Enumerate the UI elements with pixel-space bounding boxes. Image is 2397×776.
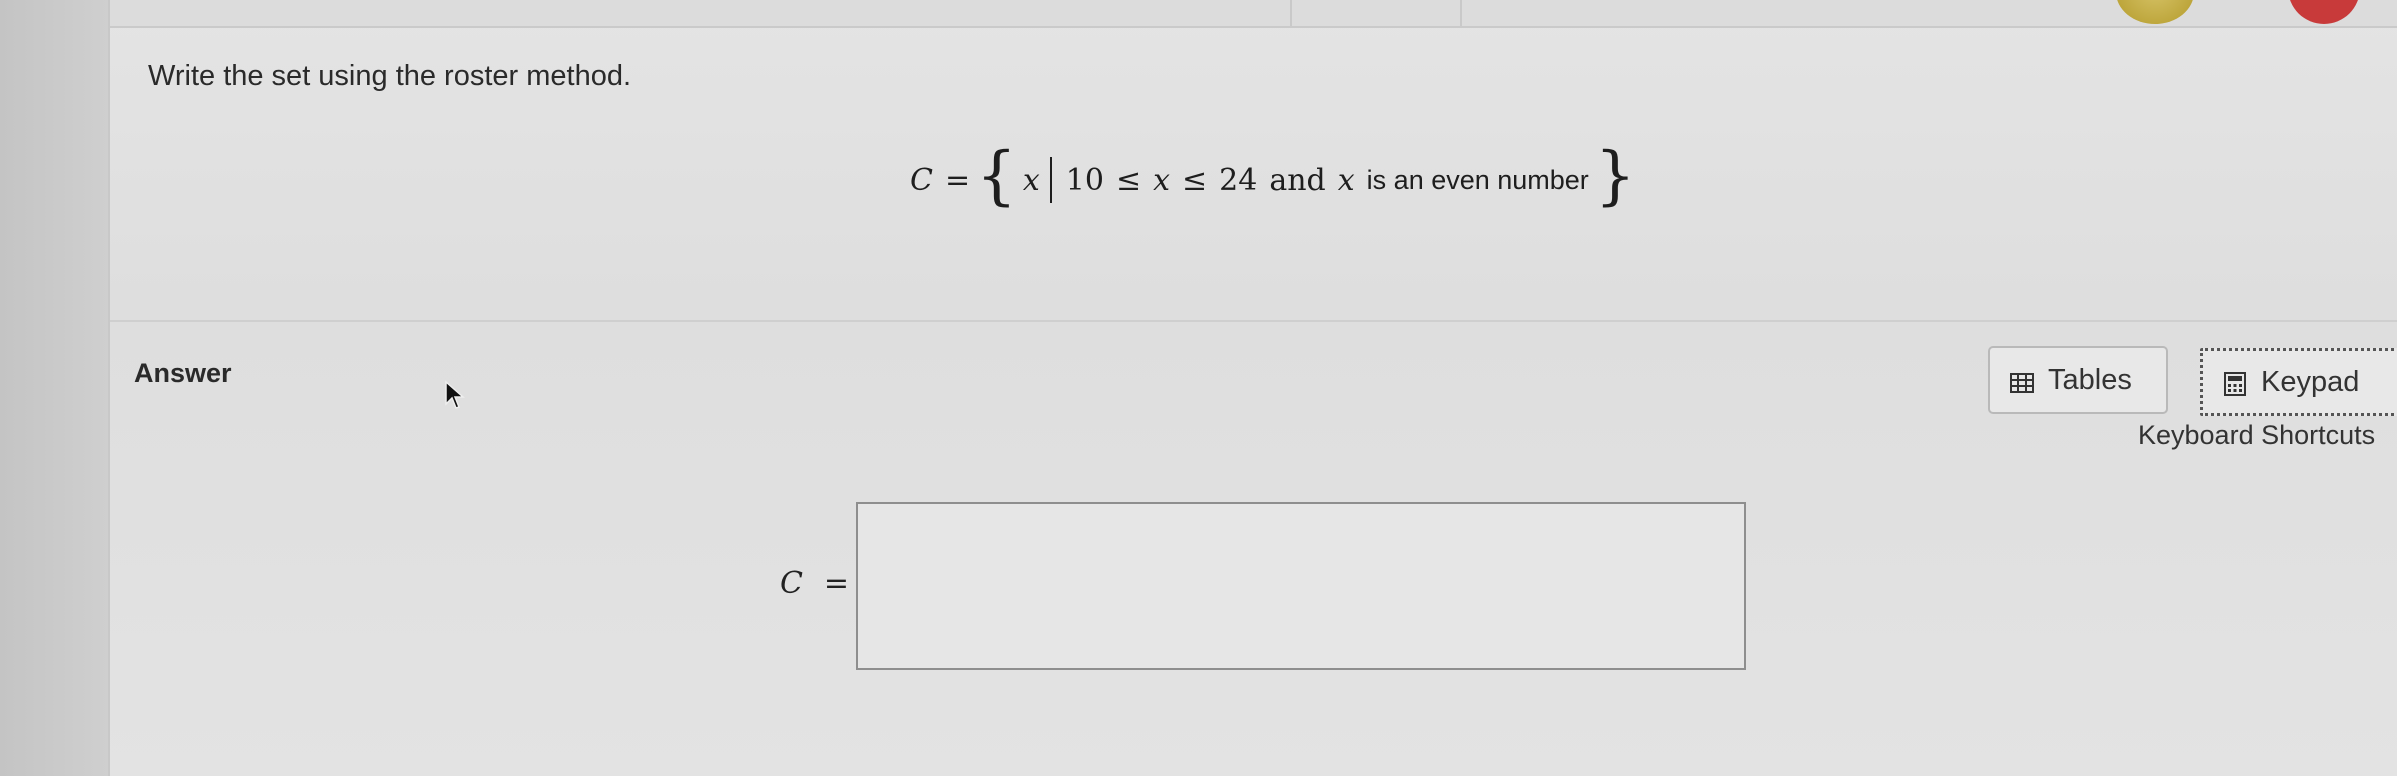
- table-grid-icon: [2010, 369, 2034, 393]
- equals-sign: =: [944, 162, 971, 198]
- heart-badge-icon: [2288, 0, 2360, 24]
- upper-bound: 24: [1219, 162, 1258, 198]
- keyboard-shortcuts-link[interactable]: Keyboard Shortcuts: [2138, 420, 2375, 451]
- answer-heading: Answer: [134, 358, 232, 388]
- set-name: C: [910, 162, 933, 198]
- answer-equals-sign: =: [823, 566, 850, 601]
- close-brace: }: [1594, 139, 1636, 213]
- lower-bound: 10: [1065, 162, 1104, 198]
- open-brace: {: [976, 139, 1017, 213]
- tab-divider: [1460, 0, 1462, 26]
- such-that-bar: [1049, 157, 1052, 203]
- section-divider: [110, 320, 2397, 322]
- answer-set-name: C: [780, 566, 803, 601]
- mouse-pointer-icon: [445, 380, 465, 409]
- set-builder-expression: C = { x 10 ≤ x ≤ 24 and x is an even num…: [910, 140, 1642, 220]
- tab-divider: [1290, 0, 1292, 26]
- set-variable: x: [1022, 162, 1040, 198]
- bound-variable: x: [1153, 162, 1170, 198]
- tables-button[interactable]: Tables: [1988, 346, 2168, 414]
- calculator-icon: [2223, 371, 2247, 396]
- question-panel: Write the set using the roster method. C…: [108, 0, 2397, 776]
- top-tab-strip: [110, 0, 2397, 28]
- tables-label: Tables: [2048, 363, 2132, 396]
- left-gutter: [0, 0, 108, 776]
- keypad-label: Keypad: [2261, 365, 2360, 398]
- streak-badge-icon: [2116, 0, 2194, 24]
- leq-sign: ≤: [1182, 162, 1208, 198]
- answer-set-label: C =: [780, 566, 849, 601]
- and-word: and: [1269, 162, 1326, 198]
- question-prompt: Write the set using the roster method.: [148, 60, 632, 92]
- condition-text: is an even number: [1366, 164, 1589, 195]
- leq-sign: ≤: [1115, 162, 1142, 198]
- condition-variable: x: [1337, 162, 1355, 198]
- keypad-button[interactable]: Keypad: [2200, 348, 2397, 416]
- answer-input[interactable]: [856, 502, 1746, 670]
